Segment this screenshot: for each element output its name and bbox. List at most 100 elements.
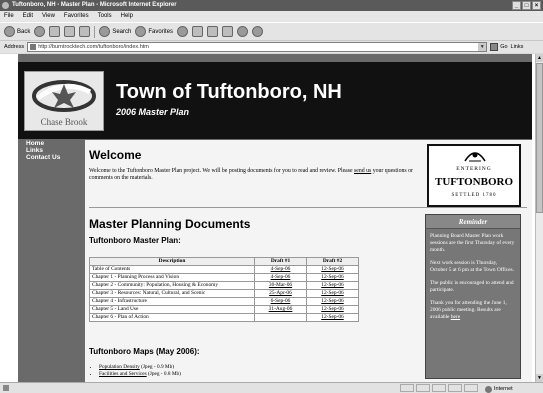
menu-bar: File Edit View Favorites Tools Help <box>0 11 543 22</box>
table-row: Chapter 1 - Planning Process and Vision 4… <box>89 273 359 282</box>
status-pane <box>416 384 430 392</box>
table-row: Chapter 6 - Plan of Action 12-Sep-06 <box>89 313 359 322</box>
draft-1-link[interactable]: 4-Sep-06 <box>254 265 307 274</box>
maps-list: Population Density (Jpeg - 0.9 Mb) Facil… <box>99 364 181 378</box>
table-row: Chapter 3 - Resources: Natural, Cultural… <box>89 289 359 298</box>
draft-1-link[interactable]: 25-Apr-06 <box>254 289 307 298</box>
reminder-text-3: The public is encouraged to attend and p… <box>430 280 514 293</box>
address-dropdown-icon[interactable]: ▼ <box>478 43 487 51</box>
address-bar: Address http://burntrocktech.com/tuftonb… <box>0 40 543 53</box>
go-button[interactable]: Go <box>490 43 508 51</box>
draft-1-link[interactable]: 30-Mar-06 <box>254 281 307 290</box>
reminder-text-4: Thank you for attending the June 1, 2006… <box>430 300 507 320</box>
row-description: Chapter 1 - Planning Process and Vision <box>89 273 255 282</box>
nav-links[interactable]: Links <box>18 147 85 154</box>
minimize-button[interactable]: _ <box>512 1 521 10</box>
menu-edit[interactable]: Edit <box>23 11 33 22</box>
draft-2-link[interactable]: 12-Sep-06 <box>306 305 359 314</box>
status-pane <box>432 384 446 392</box>
logo-text: Chase Brook <box>40 117 88 127</box>
home-icon <box>79 26 91 37</box>
table-row: Chapter 4 - Infrastructure 6-Sep-06 12-Sep… <box>89 297 359 306</box>
page-done-icon <box>3 385 9 391</box>
address-input[interactable]: http://burntrocktech.com/tuftonboro/inde… <box>27 42 488 52</box>
discuss-button[interactable] <box>237 26 249 37</box>
draft-2-link[interactable]: 12-Sep-06 <box>306 289 359 298</box>
reminder-box: Reminder Planning Board Master Plan work… <box>425 214 521 379</box>
favorites-button[interactable]: Favorites <box>135 26 173 37</box>
edit-button[interactable] <box>222 26 234 37</box>
stop-button[interactable] <box>49 26 61 37</box>
welcome-text: Welcome to the Tuftonboro Master Plan pr… <box>89 168 413 181</box>
main-content: Welcome Welcome to the Tuftonboro Master… <box>85 140 532 382</box>
nav-home[interactable]: Home <box>18 140 85 147</box>
draft-2-link[interactable]: 12-Sep-06 <box>306 265 359 274</box>
mail-button[interactable] <box>192 26 204 37</box>
mail-icon <box>192 26 204 37</box>
page-viewport[interactable]: Chase Brook Town of Tuftonboro, NH 2006 … <box>0 54 535 382</box>
col-draft-2: Draft #2 <box>306 257 359 266</box>
links-button[interactable]: Links <box>511 44 524 50</box>
col-description: Description <box>89 257 255 266</box>
ie-icon <box>2 2 9 9</box>
scroll-down-icon[interactable]: ▼ <box>536 374 543 382</box>
close-button[interactable]: × <box>532 1 541 10</box>
facilities-services-link[interactable]: Facilities and Services <box>99 371 147 377</box>
chase-brook-logo[interactable]: Chase Brook <box>24 71 104 131</box>
title-bar: Tuftonboro, NH - Master Plan - Microsoft… <box>0 0 543 11</box>
search-button[interactable]: Search <box>99 26 131 37</box>
messenger-icon <box>252 26 264 37</box>
col-draft-1: Draft #1 <box>254 257 307 266</box>
maximize-button[interactable]: □ <box>522 1 531 10</box>
table-row: Table of Contents 4-Sep-06 12-Sep-06 <box>89 265 359 274</box>
refresh-button[interactable] <box>64 26 76 37</box>
draft-1-cell <box>254 313 307 322</box>
row-description: Chapter 4 - Infrastructure <box>89 297 255 306</box>
menu-tools[interactable]: Tools <box>98 11 112 22</box>
site-title: Town of Tuftonboro, NH <box>116 81 342 103</box>
menu-help[interactable]: Help <box>121 11 133 22</box>
draft-1-link[interactable]: 31-Aug-06 <box>254 305 307 314</box>
menu-file[interactable]: File <box>4 11 14 22</box>
home-button[interactable] <box>79 26 91 37</box>
draft-1-link[interactable]: 6-Sep-06 <box>254 297 307 306</box>
globe-icon <box>485 385 492 393</box>
print-button[interactable] <box>207 26 219 37</box>
status-bar: Internet <box>0 382 543 393</box>
edit-icon <box>222 26 234 37</box>
draft-2-link[interactable]: 12-Sep-06 <box>306 273 359 282</box>
zone-label: Internet <box>494 386 513 392</box>
vertical-scrollbar[interactable]: ▲ ▼ <box>535 54 543 382</box>
history-icon <box>177 26 189 37</box>
draft-2-link[interactable]: 12-Sep-06 <box>306 297 359 306</box>
list-item: Facilities and Services (Jpeg - 0.8 Mb) <box>99 371 181 378</box>
scroll-thumb[interactable] <box>536 63 543 213</box>
results-here-link[interactable]: here <box>451 314 460 320</box>
draft-2-link[interactable]: 12-Sep-06 <box>306 313 359 322</box>
row-description: Chapter 2 - Community: Population, Housi… <box>89 281 255 290</box>
messenger-button[interactable] <box>252 26 264 37</box>
window-title: Tuftonboro, NH - Master Plan - Microsoft… <box>12 2 177 8</box>
stop-icon <box>49 26 61 37</box>
reminder-text-2: Next work session is Thursday, October 5… <box>430 260 515 273</box>
draft-2-link[interactable]: 12-Sep-06 <box>306 281 359 290</box>
row-description: Chapter 5 - Land Use <box>89 305 255 314</box>
history-button[interactable] <box>177 26 189 37</box>
forward-button[interactable] <box>34 26 46 37</box>
security-zone: Internet <box>485 384 513 393</box>
menu-view[interactable]: View <box>42 11 55 22</box>
back-button[interactable]: Back <box>4 26 30 37</box>
send-us-link[interactable]: send us <box>354 168 371 174</box>
toolbar-separator <box>94 25 96 38</box>
list-item: Population Density (Jpeg - 0.9 Mb) <box>99 364 181 371</box>
site-header: Chase Brook Town of Tuftonboro, NH 2006 … <box>18 62 532 139</box>
divider <box>89 207 527 208</box>
nav-contact-us[interactable]: Contact Us <box>18 154 85 161</box>
sign-town: TUFTONBORO <box>434 176 514 188</box>
toolbar: Back Search Favorites <box>0 22 543 40</box>
population-density-link[interactable]: Population Density <box>99 364 140 370</box>
scroll-up-icon[interactable]: ▲ <box>536 54 543 62</box>
menu-favorites[interactable]: Favorites <box>64 11 89 22</box>
documents-heading: Master Planning Documents <box>89 217 251 231</box>
draft-1-link[interactable]: 4-Sep-06 <box>254 273 307 282</box>
